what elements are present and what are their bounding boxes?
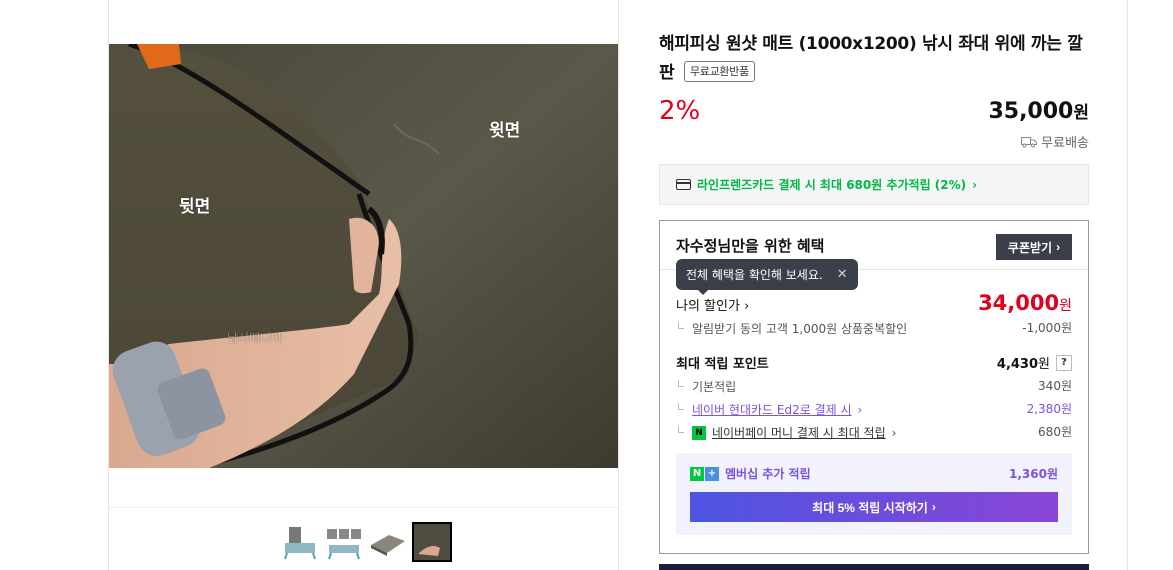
sale-price: 35,000원 [988, 98, 1089, 124]
delivery-info: 무료배송 [1021, 132, 1089, 151]
chevron-right-icon: › [972, 177, 978, 192]
points-label: 최대 적립 포인트 [676, 357, 769, 372]
product-image: 윗면 뒷면 낚시매니아 [109, 44, 618, 468]
npay-icon: N [692, 425, 706, 440]
points-total: 4,430원 ? [997, 353, 1072, 372]
column-divider [618, 0, 619, 570]
chevron-right-icon: › [931, 500, 936, 514]
base-points-row: 기본적립 340원 [676, 377, 1072, 395]
hyundai-card-value: 2,380원 [1026, 402, 1072, 416]
bottom-action-bar[interactable] [659, 564, 1089, 570]
table-thumb-icon [284, 527, 316, 560]
discount-note: 알림받기 동의 고객 1,000원 상품중복할인 [692, 322, 908, 336]
npay-value: 680원 [1038, 425, 1072, 439]
chevron-right-icon: › [857, 402, 863, 417]
card-promo-text: 라인프렌즈카드 결제 시 최대 680원 추가적립 (2%) [697, 178, 967, 192]
my-price-row: 나의 할인가 › 34,000원 [676, 291, 1072, 315]
free-return-badge: 무료교환반품 [683, 61, 755, 82]
points-row: 최대 적립 포인트 4,430원 ? [676, 353, 1072, 372]
delivery-text: 무료배송 [1041, 136, 1089, 151]
base-points-label: 기본적립 [692, 380, 737, 394]
thumb-divider [109, 507, 618, 508]
help-icon[interactable]: ? [1056, 354, 1072, 371]
price-unit: 원 [1073, 103, 1089, 123]
benefit-heading: 자수정님만을 위한 혜택 [676, 237, 825, 255]
truck-icon [1021, 136, 1038, 147]
tree-elbow [678, 426, 684, 433]
tree-elbow [678, 322, 684, 329]
coupon-button-label: 쿠폰받기 [1007, 240, 1053, 255]
base-points-value: 340원 [1038, 379, 1072, 393]
hyundai-card-link[interactable]: 네이버 현대카드 Ed2로 결제 시 [692, 401, 852, 418]
thumbnail-2[interactable] [324, 522, 364, 562]
tooltip-text: 전체 혜택을 확인해 보세요. [686, 268, 823, 282]
thumbnail-4-selected[interactable] [412, 522, 452, 562]
discount-amount: -1,000원 [1022, 321, 1072, 335]
close-icon[interactable]: ✕ [837, 267, 848, 282]
price-value: 35,000 [988, 99, 1074, 124]
membership-label: 멤버십 추가 적립 [725, 467, 811, 481]
discount-rate: 2% [659, 96, 701, 126]
npay-link[interactable]: 네이버페이 머니 결제 시 최대 적립 [712, 424, 886, 441]
membership-row: N + 멤버십 추가 적립 1,360원 [690, 465, 1058, 482]
chevron-right-icon: › [891, 425, 897, 440]
hand-mat-thumb-icon [414, 524, 450, 560]
tree-elbow [678, 380, 684, 387]
chevron-right-icon: › [1056, 240, 1061, 254]
thumbnail-3[interactable] [368, 522, 408, 562]
hyundai-card-row: 네이버 현대카드 Ed2로 결제 시 › 2,380원 [676, 400, 1072, 418]
label-back-side: 뒷면 [179, 197, 211, 217]
thumbnail-1[interactable] [280, 522, 320, 562]
mat-photo-graphic [109, 44, 618, 468]
folded-mat-thumb-icon [371, 535, 405, 556]
label-top-side: 윗면 [489, 121, 521, 141]
benefit-tooltip: 전체 혜택을 확인해 보세요. ✕ [676, 259, 858, 295]
get-coupon-button[interactable]: 쿠폰받기 › [996, 234, 1072, 260]
image-watermark: 낚시매니아 [227, 331, 283, 345]
npay-row: N 네이버페이 머니 결제 시 최대 적립 › 680원 [676, 423, 1072, 441]
benefit-panel: 자수정님만을 위한 혜택 쿠폰받기 › 전체 혜택을 확인해 보세요. ✕ 나의… [659, 220, 1089, 554]
mats-thumb-icon [327, 529, 361, 560]
product-title-block: 해피피싱 원샷 매트 (1000x1200) 낚시 좌대 위에 까는 깔판 무료… [659, 30, 1091, 88]
nplus-icon: N + [690, 466, 719, 481]
membership-box: N + 멤버십 추가 적립 1,360원 최대 5% 적립 시작하기 › [676, 453, 1072, 535]
membership-value: 1,360원 [1009, 467, 1058, 481]
my-price: 34,000원 [978, 291, 1072, 315]
right-border [1127, 0, 1128, 570]
credit-card-icon [676, 179, 691, 190]
start-rewards-label: 최대 5% 적립 시작하기 [812, 500, 928, 515]
my-price-label[interactable]: 나의 할인가 › [676, 295, 749, 314]
card-promo-banner[interactable]: 라인프렌즈카드 결제 시 최대 680원 추가적립 (2%) › [659, 164, 1089, 205]
start-rewards-button[interactable]: 최대 5% 적립 시작하기 › [690, 492, 1058, 522]
discount-note-row: 알림받기 동의 고객 1,000원 상품중복할인 -1,000원 [676, 319, 1072, 337]
tree-elbow [678, 403, 684, 410]
thumbnail-strip [280, 522, 452, 562]
